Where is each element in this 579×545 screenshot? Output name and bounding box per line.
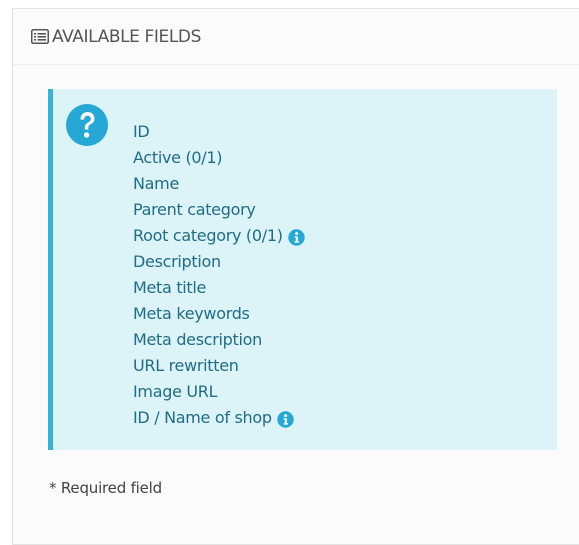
list-item: Name	[133, 171, 305, 197]
list-item: Parent category	[133, 197, 305, 223]
field-label: ID / Name of shop	[133, 408, 272, 427]
list-item: ID	[133, 119, 305, 145]
field-label: Image URL	[133, 382, 218, 401]
field-label: Root category (0/1)	[133, 226, 283, 245]
list-item: Root category (0/1)	[133, 223, 305, 249]
available-fields-alert: ID Active (0/1) Name Parent category Roo…	[48, 89, 557, 450]
list-item: ID / Name of shop	[133, 405, 305, 431]
list-item: Description	[133, 249, 305, 275]
info-icon[interactable]	[277, 410, 294, 428]
field-label: ID	[133, 122, 150, 141]
list-item: Meta title	[133, 275, 305, 301]
list-item: Active (0/1)	[133, 145, 305, 171]
list-item: URL rewritten	[133, 353, 305, 379]
field-label: Meta keywords	[133, 304, 250, 323]
list-icon	[31, 29, 49, 44]
field-label: Active (0/1)	[133, 148, 223, 167]
field-label: Meta title	[133, 278, 207, 297]
field-label: Parent category	[133, 200, 256, 219]
list-item: Meta keywords	[133, 301, 305, 327]
panel-title: AVAILABLE FIELDS	[52, 26, 201, 47]
panel-heading: AVAILABLE FIELDS	[13, 9, 579, 65]
field-label: Description	[133, 252, 221, 271]
field-list: ID Active (0/1) Name Parent category Roo…	[133, 119, 305, 431]
field-label: URL rewritten	[133, 356, 239, 375]
list-item: Image URL	[133, 379, 305, 405]
info-icon[interactable]	[287, 228, 305, 246]
field-label: Name	[133, 174, 180, 193]
available-fields-panel: AVAILABLE FIELDS ID Active (0/1) Name Pa…	[12, 8, 579, 545]
required-field-note: * Required field	[49, 479, 162, 497]
question-circle-icon	[65, 103, 109, 147]
list-item: Meta description	[133, 327, 305, 353]
field-label: Meta description	[133, 330, 262, 349]
